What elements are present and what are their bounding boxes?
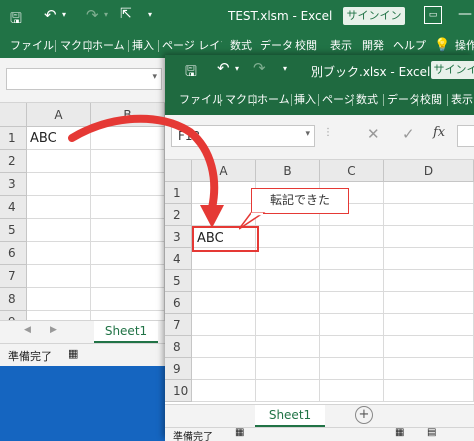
transfer-arrow: [68, 114, 224, 228]
